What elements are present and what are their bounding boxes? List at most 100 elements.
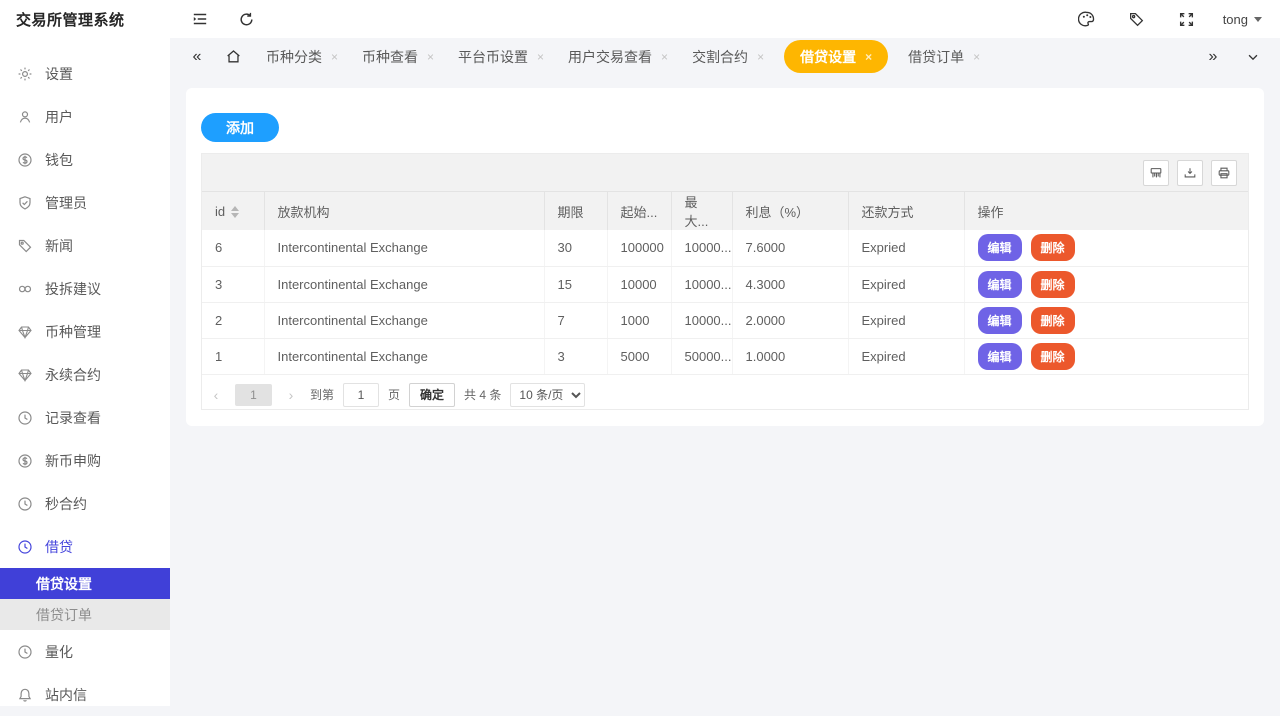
tab-loan-settings-active[interactable]: 借贷设置 × xyxy=(784,40,888,73)
tab-coin-view[interactable]: 币种查看 × xyxy=(350,39,446,75)
sidebar-item-wallet[interactable]: 钱包 xyxy=(0,138,170,181)
filter-columns-icon[interactable] xyxy=(1143,160,1169,186)
tab-user-trade-view[interactable]: 用户交易查看 × xyxy=(556,39,680,75)
page-content: 添加 xyxy=(170,75,1280,439)
sidebar-item-label: 新闻 xyxy=(45,236,73,256)
cell-rate: 1.0000 xyxy=(732,338,848,374)
sidebar-item-settings[interactable]: 设置 xyxy=(0,52,170,95)
cell-term: 15 xyxy=(544,266,607,302)
sidebar-item-quant[interactable]: 量化 xyxy=(0,630,170,673)
sidebar-item-label: 钱包 xyxy=(45,150,73,170)
next-page-icon[interactable]: › xyxy=(281,387,301,403)
col-start: 起始... xyxy=(607,192,671,230)
sidebar-item-news[interactable]: 新闻 xyxy=(0,224,170,267)
sidebar-item-label: 币种管理 xyxy=(45,322,101,342)
close-icon[interactable]: × xyxy=(537,51,544,63)
col-repay: 还款方式 xyxy=(848,192,964,230)
delete-button[interactable]: 删除 xyxy=(1031,234,1075,261)
cell-max: 10000... xyxy=(671,302,732,338)
edit-button[interactable]: 编辑 xyxy=(978,234,1022,261)
goto-suffix-label: 页 xyxy=(388,386,400,403)
cell-repay: Expired xyxy=(848,302,964,338)
sidebar-item-label: 借贷 xyxy=(45,537,73,557)
sidebar-item-label: 投拆建议 xyxy=(45,279,101,299)
add-button[interactable]: 添加 xyxy=(201,113,279,142)
page-size-select[interactable]: 10 条/页 xyxy=(510,383,585,407)
prev-page-icon[interactable]: ‹ xyxy=(206,387,226,403)
username: tong xyxy=(1223,12,1248,27)
cell-id: 6 xyxy=(202,230,264,266)
export-icon[interactable] xyxy=(1177,160,1203,186)
tabs-menu-icon[interactable] xyxy=(1240,44,1266,70)
tab-label: 用户交易查看 xyxy=(568,47,652,67)
tab-loan-orders[interactable]: 借贷订单 × xyxy=(896,39,992,75)
sidebar-item-admin[interactable]: 管理员 xyxy=(0,181,170,224)
user-menu[interactable]: tong xyxy=(1223,12,1262,27)
home-tab-icon[interactable] xyxy=(220,44,246,70)
delete-button[interactable]: 删除 xyxy=(1031,271,1075,298)
current-page[interactable]: 1 xyxy=(235,384,272,406)
print-icon[interactable] xyxy=(1211,160,1237,186)
edit-button[interactable]: 编辑 xyxy=(978,307,1022,334)
sidebar: 设置 用户 钱包 管理员 新闻 投拆建议 币种管理 永续合约 xyxy=(0,38,170,706)
tab-label: 币种分类 xyxy=(266,47,322,67)
submenu-item-label: 借贷订单 xyxy=(36,605,92,625)
cell-lender: Intercontinental Exchange xyxy=(264,230,544,266)
bell-icon xyxy=(17,687,33,703)
sidebar-item-perpetual[interactable]: 永续合约 xyxy=(0,353,170,396)
cell-lender: Intercontinental Exchange xyxy=(264,302,544,338)
sidebar-item-feedback[interactable]: 投拆建议 xyxy=(0,267,170,310)
sidebar-item-records[interactable]: 记录查看 xyxy=(0,396,170,439)
table-row: 3 Intercontinental Exchange 15 10000 100… xyxy=(202,266,1248,302)
tag-icon[interactable] xyxy=(1123,5,1151,33)
col-max: 最大... xyxy=(671,192,732,230)
delete-button[interactable]: 删除 xyxy=(1031,343,1075,370)
cell-rate: 2.0000 xyxy=(732,302,848,338)
tab-platform-coin-settings[interactable]: 平台币设置 × xyxy=(446,39,556,75)
sidebar-subitem-loan-orders[interactable]: 借贷订单 xyxy=(0,599,170,630)
sidebar-item-site-mail[interactable]: 站内信 xyxy=(0,673,170,716)
tab-label: 平台币设置 xyxy=(458,47,528,67)
sidebar-item-label: 站内信 xyxy=(45,685,87,705)
loan-settings-card: 添加 xyxy=(186,88,1264,426)
delete-button[interactable]: 删除 xyxy=(1031,307,1075,334)
sidebar-item-coin-manage[interactable]: 币种管理 xyxy=(0,310,170,353)
goto-page-input[interactable] xyxy=(343,383,379,407)
edit-button[interactable]: 编辑 xyxy=(978,271,1022,298)
total-count-label: 共 4 条 xyxy=(464,386,501,403)
cell-lender: Intercontinental Exchange xyxy=(264,266,544,302)
tab-delivery-contract[interactable]: 交割合约 × xyxy=(680,39,776,75)
topbar-actions: tong xyxy=(1073,5,1280,33)
cell-lender: Intercontinental Exchange xyxy=(264,338,544,374)
sidebar-subitem-loan-settings[interactable]: 借贷设置 xyxy=(0,568,170,599)
user-icon xyxy=(17,109,33,125)
tabs-scroll-left-icon[interactable]: « xyxy=(184,44,210,70)
edit-button[interactable]: 编辑 xyxy=(978,343,1022,370)
close-icon[interactable]: × xyxy=(661,51,668,63)
sidebar-item-users[interactable]: 用户 xyxy=(0,95,170,138)
sidebar-collapse-icon[interactable] xyxy=(186,5,214,33)
col-id[interactable]: id xyxy=(202,192,264,230)
confirm-page-button[interactable]: 确定 xyxy=(409,383,455,407)
close-icon[interactable]: × xyxy=(331,51,338,63)
cell-id: 3 xyxy=(202,266,264,302)
close-icon[interactable]: × xyxy=(973,51,980,63)
col-lender: 放款机构 xyxy=(264,192,544,230)
close-icon[interactable]: × xyxy=(757,51,764,63)
sidebar-item-new-coin[interactable]: 新币申购 xyxy=(0,439,170,482)
clock-icon xyxy=(17,644,33,660)
fullscreen-icon[interactable] xyxy=(1173,5,1201,33)
theme-palette-icon[interactable] xyxy=(1073,5,1101,33)
sort-icon[interactable] xyxy=(231,206,239,218)
close-icon[interactable]: × xyxy=(865,51,872,63)
sidebar-item-label: 设置 xyxy=(45,64,73,84)
cell-max: 10000... xyxy=(671,230,732,266)
tab-coin-category[interactable]: 币种分类 × xyxy=(254,39,350,75)
sidebar-item-loan[interactable]: 借贷 xyxy=(0,525,170,568)
tabs-scroll-right-icon[interactable]: » xyxy=(1200,44,1226,70)
shield-check-icon xyxy=(17,195,33,211)
sidebar-item-second-contract[interactable]: 秒合约 xyxy=(0,482,170,525)
col-actions: 操作 xyxy=(964,192,1248,230)
close-icon[interactable]: × xyxy=(427,51,434,63)
refresh-icon[interactable] xyxy=(232,5,260,33)
